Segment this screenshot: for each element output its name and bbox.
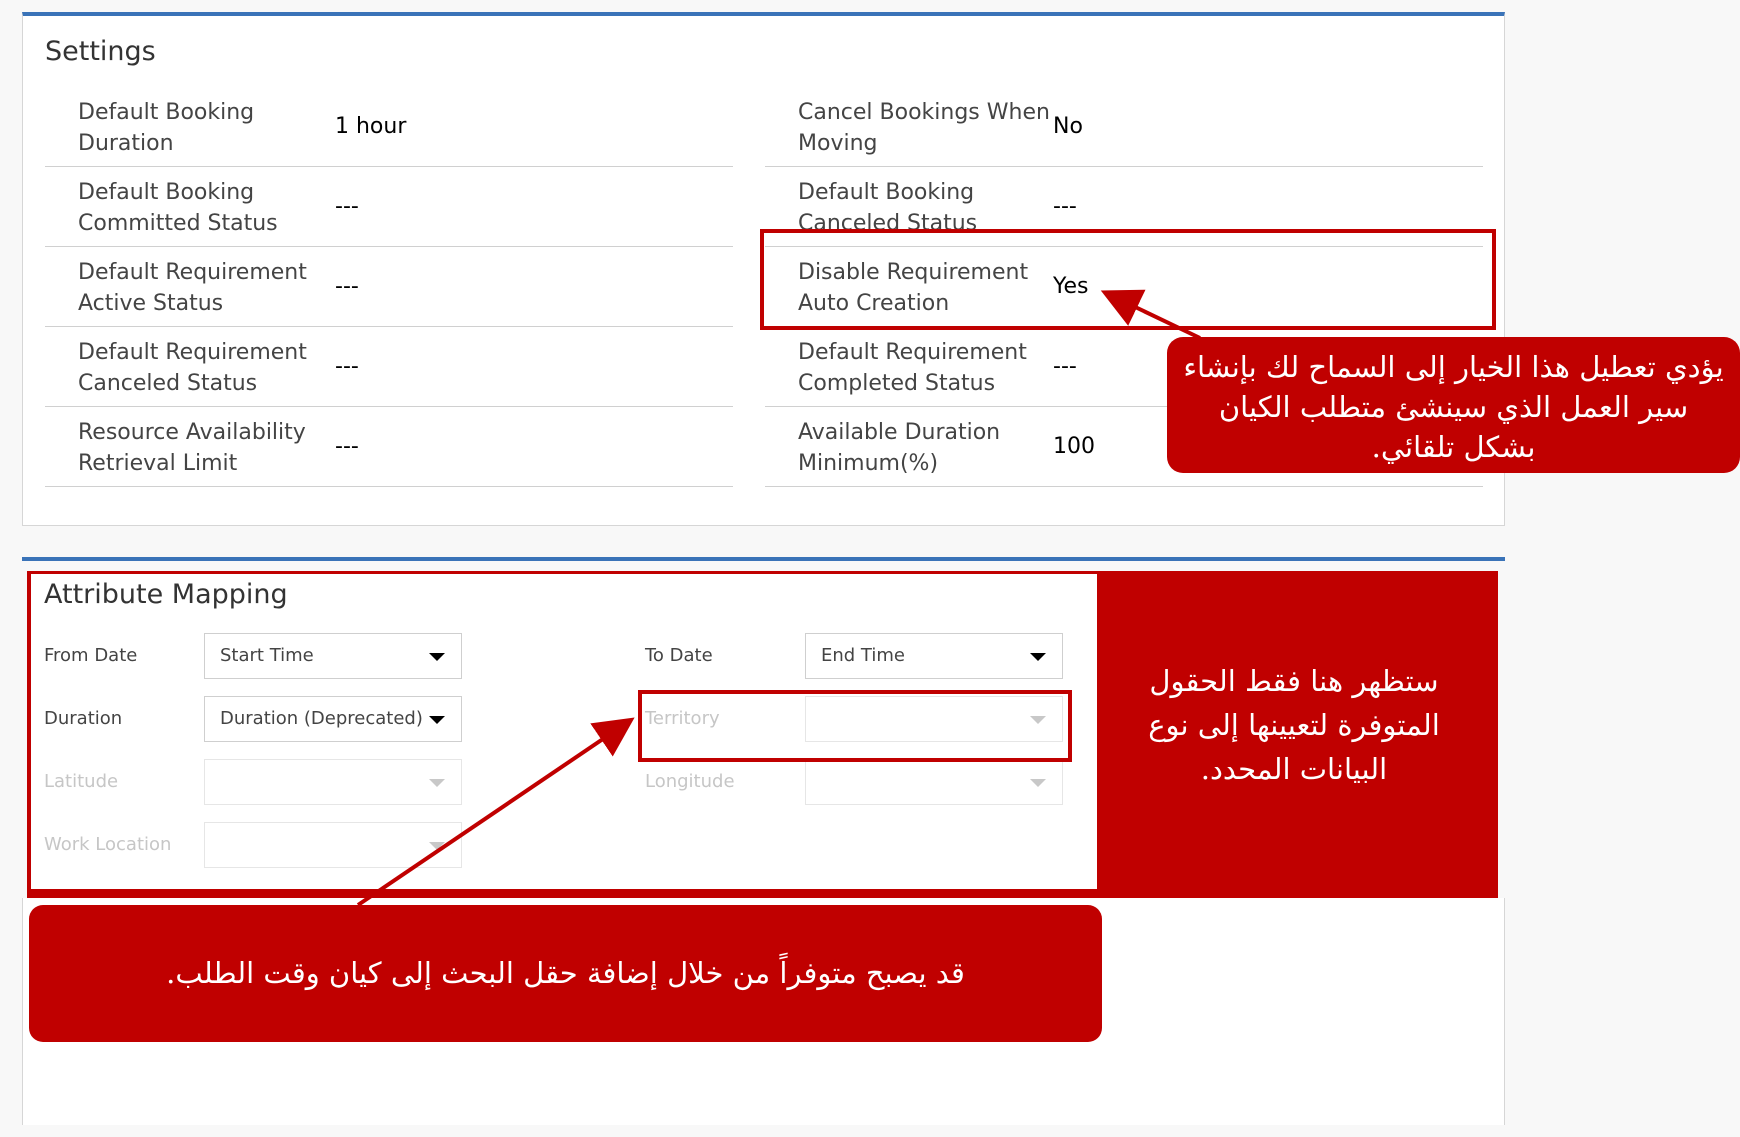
field-value: 1 hour xyxy=(335,114,407,139)
field-resource-availability-retrieval-limit[interactable]: Resource Availability Retrieval Limit --… xyxy=(45,407,733,487)
to-date-select[interactable]: End Time xyxy=(805,633,1063,679)
highlight-disable-auto-creation xyxy=(760,229,1496,330)
duration-select[interactable]: Duration (Deprecated) xyxy=(204,696,462,742)
to-date-value: End Time xyxy=(821,645,905,666)
from-date-label: From Date xyxy=(44,645,138,666)
field-label: Default Requirement Active Status xyxy=(78,260,307,316)
field-label: Default Requirement Canceled Status xyxy=(78,340,307,396)
field-label: Default Requirement Completed Status xyxy=(798,340,1027,396)
field-label: Resource Availability Retrieval Limit xyxy=(78,420,306,476)
longitude-label: Longitude xyxy=(645,771,735,792)
from-date-value: Start Time xyxy=(220,645,314,666)
chevron-down-icon xyxy=(429,842,445,850)
chevron-down-icon xyxy=(1030,779,1046,787)
field-label: Default Booking Committed Status xyxy=(78,180,278,236)
settings-title: Settings xyxy=(45,36,156,67)
field-value: No xyxy=(1053,114,1083,139)
field-value: --- xyxy=(335,194,359,219)
duration-value: Duration (Deprecated) xyxy=(220,708,423,729)
field-value: --- xyxy=(335,274,359,299)
field-value: --- xyxy=(1053,354,1077,379)
field-default-booking-duration[interactable]: Default Booking Duration 1 hour xyxy=(45,87,733,167)
field-value: 100 xyxy=(1053,434,1095,459)
from-date-select[interactable]: Start Time xyxy=(204,633,462,679)
latitude-label: Latitude xyxy=(44,771,119,792)
chevron-down-icon xyxy=(1030,653,1046,661)
latitude-select xyxy=(204,759,462,805)
field-label: Cancel Bookings When Moving xyxy=(798,100,1050,156)
callout-text: قد يصبح متوفراً من خلال إضافة حقل البحث … xyxy=(166,956,965,990)
callout-disable-auto-creation: يؤدي تعطيل هذا الخيار إلى السماح لك بإنش… xyxy=(1167,337,1740,473)
field-value: --- xyxy=(335,354,359,379)
field-default-booking-committed-status[interactable]: Default Booking Committed Status --- xyxy=(45,167,733,247)
highlight-territory xyxy=(638,690,1072,762)
callout-lookup-field: قد يصبح متوفراً من خلال إضافة حقل البحث … xyxy=(29,905,1102,1042)
chevron-down-icon xyxy=(429,716,445,724)
field-default-requirement-canceled-status[interactable]: Default Requirement Canceled Status --- xyxy=(45,327,733,407)
duration-label: Duration xyxy=(44,708,123,729)
field-label: Available Duration Minimum(%) xyxy=(798,420,1001,476)
field-default-requirement-active-status[interactable]: Default Requirement Active Status --- xyxy=(45,247,733,327)
field-cancel-bookings-when-moving[interactable]: Cancel Bookings When Moving No xyxy=(765,87,1483,167)
to-date-label: To Date xyxy=(645,645,713,666)
callout-text: يؤدي تعطيل هذا الخيار إلى السماح لك بإنش… xyxy=(1183,350,1724,464)
work-location-select xyxy=(204,822,462,868)
attribute-mapping-panel: Attribute Mapping From Date Start Time T… xyxy=(22,557,1505,1137)
attribute-mapping-title: Attribute Mapping xyxy=(44,579,288,610)
longitude-select xyxy=(805,759,1063,805)
chevron-down-icon xyxy=(429,653,445,661)
work-location-label: Work Location xyxy=(44,834,172,855)
field-label: Default Booking Duration xyxy=(78,100,255,156)
chevron-down-icon xyxy=(429,779,445,787)
field-value: --- xyxy=(335,434,359,459)
